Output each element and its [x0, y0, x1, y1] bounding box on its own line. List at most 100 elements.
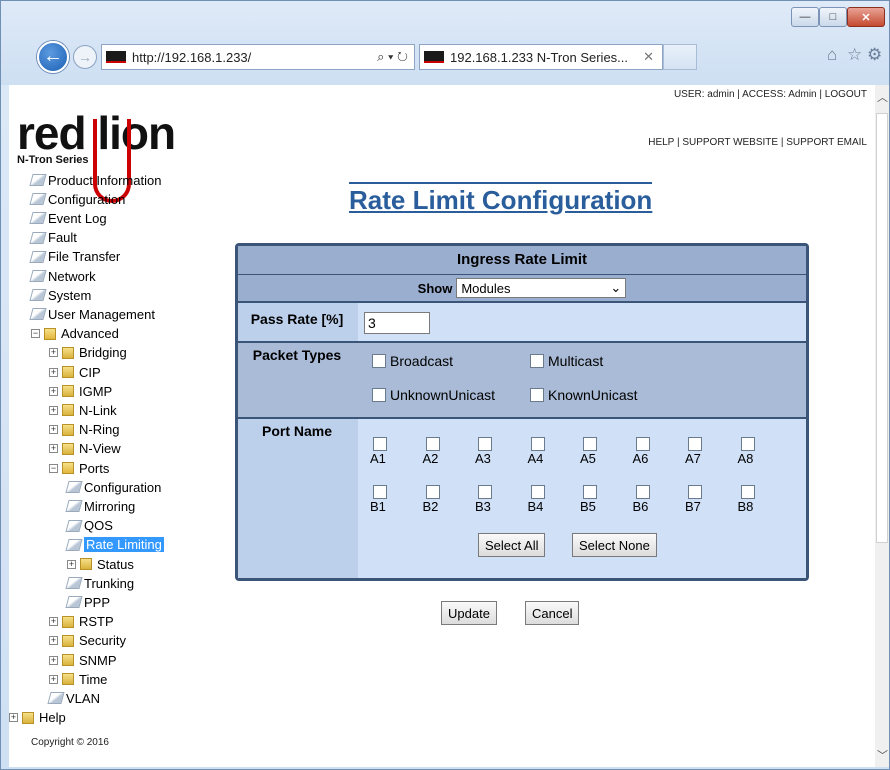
tree-item[interactable]: − Advanced — [31, 325, 119, 343]
settings-gear-icon[interactable]: ⚙ — [867, 45, 882, 65]
port-checkbox[interactable] — [740, 437, 755, 451]
tree-item[interactable]: + Bridging — [49, 344, 127, 362]
tree-item[interactable]: Configuration — [65, 478, 161, 496]
port-checkbox[interactable] — [583, 485, 597, 499]
tree-item[interactable]: System — [29, 286, 91, 304]
user-access-line[interactable]: USER: admin | ACCESS: Admin | LOGOUT — [674, 89, 867, 100]
new-tab-button[interactable] — [663, 44, 697, 70]
port-option[interactable]: A1 — [370, 437, 400, 466]
home-icon[interactable]: ⌂ — [827, 45, 837, 65]
expand-toggle-icon[interactable]: + — [49, 386, 58, 396]
tree-item[interactable]: Event Log — [29, 209, 107, 227]
port-checkbox[interactable] — [478, 437, 492, 451]
tree-item[interactable]: Trunking — [65, 574, 134, 592]
minimize-button[interactable]: — — [791, 7, 819, 27]
packet-type-checkbox[interactable] — [372, 388, 386, 402]
tree-item[interactable]: + N-View — [49, 440, 121, 458]
forward-button[interactable]: → — [73, 45, 97, 69]
browser-tab[interactable]: 192.168.1.233 N-Tron Series... ✕ — [419, 44, 663, 70]
expand-toggle-icon[interactable]: + — [49, 636, 58, 646]
expand-toggle-icon[interactable]: + — [49, 444, 58, 454]
tree-item[interactable]: Product Information — [29, 171, 161, 189]
tree-item[interactable]: + IGMP — [49, 382, 112, 400]
scroll-down-icon[interactable]: ﹀ — [877, 747, 888, 763]
port-checkbox[interactable] — [688, 437, 702, 451]
update-button[interactable]: Update — [441, 601, 497, 625]
expand-toggle-icon[interactable]: + — [9, 713, 18, 723]
expand-toggle-icon[interactable]: − — [49, 463, 58, 473]
pass-rate-input[interactable] — [364, 312, 430, 334]
port-checkbox[interactable] — [688, 485, 702, 499]
packet-type-option[interactable]: Broadcast — [372, 353, 453, 369]
port-checkbox[interactable] — [530, 485, 545, 499]
tree-item[interactable]: + N-Ring — [49, 421, 119, 439]
tree-item[interactable]: Mirroring — [65, 497, 135, 515]
tree-item[interactable]: + Help — [9, 709, 66, 727]
port-option[interactable]: B1 — [370, 485, 400, 514]
port-option[interactable]: B3 — [475, 485, 505, 514]
scroll-up-icon[interactable]: ︿ — [877, 89, 888, 105]
port-option[interactable]: A7 — [685, 437, 715, 466]
tree-item[interactable]: + Security — [49, 632, 126, 650]
tree-item[interactable]: Configuration — [29, 190, 125, 208]
tree-item[interactable]: Network — [29, 267, 96, 285]
expand-toggle-icon[interactable]: + — [67, 559, 76, 569]
port-option[interactable]: A2 — [423, 437, 453, 466]
port-option[interactable]: A8 — [738, 437, 768, 466]
packet-type-checkbox[interactable] — [372, 354, 386, 368]
address-tools[interactable]: ⌕ ▾ ↻ — [377, 49, 408, 65]
tree-item[interactable]: Fault — [29, 229, 77, 247]
tab-close-icon[interactable]: ✕ — [643, 49, 654, 65]
cancel-button[interactable]: Cancel — [525, 601, 580, 625]
port-option[interactable]: A6 — [633, 437, 663, 466]
port-option[interactable]: A5 — [580, 437, 610, 466]
tree-item[interactable]: + Time — [49, 670, 107, 688]
tree-item[interactable]: User Management — [29, 305, 155, 323]
tree-item[interactable]: + CIP — [49, 363, 101, 381]
port-option[interactable]: B5 — [580, 485, 610, 514]
port-option[interactable]: B2 — [423, 485, 453, 514]
port-option[interactable]: B8 — [738, 485, 768, 514]
tree-item[interactable]: VLAN — [47, 689, 100, 707]
tree-item[interactable]: + Status — [67, 555, 134, 573]
tree-item[interactable]: Rate Limiting — [65, 536, 164, 554]
maximize-button[interactable]: □ — [819, 7, 847, 27]
port-option[interactable]: B6 — [633, 485, 663, 514]
tree-item[interactable]: + SNMP — [49, 651, 117, 669]
port-checkbox[interactable] — [583, 437, 597, 451]
tree-item[interactable]: File Transfer — [29, 248, 120, 266]
port-option[interactable]: A4 — [528, 437, 558, 466]
port-checkbox[interactable] — [478, 485, 492, 499]
expand-toggle-icon[interactable]: − — [31, 329, 40, 339]
expand-toggle-icon[interactable]: + — [49, 655, 58, 665]
port-option[interactable]: B7 — [685, 485, 715, 514]
packet-type-checkbox[interactable] — [530, 388, 544, 402]
port-checkbox[interactable] — [373, 437, 387, 451]
expand-toggle-icon[interactable]: + — [49, 425, 58, 435]
port-option[interactable]: A3 — [475, 437, 505, 466]
tree-item[interactable]: − Ports — [49, 459, 109, 477]
packet-type-option[interactable]: Multicast — [530, 353, 603, 369]
port-checkbox[interactable] — [635, 437, 650, 451]
port-checkbox[interactable] — [635, 485, 650, 499]
scroll-thumb[interactable] — [876, 113, 888, 543]
tree-item[interactable]: PPP — [65, 593, 110, 611]
packet-type-option[interactable]: KnownUnicast — [530, 387, 638, 403]
favorites-star-icon[interactable]: ☆ — [847, 45, 862, 65]
packet-type-option[interactable]: UnknownUnicast — [372, 387, 495, 403]
expand-toggle-icon[interactable]: + — [49, 674, 58, 684]
expand-toggle-icon[interactable]: + — [49, 617, 58, 627]
packet-type-checkbox[interactable] — [530, 354, 544, 368]
port-checkbox[interactable] — [373, 485, 387, 499]
port-checkbox[interactable] — [425, 437, 440, 451]
vertical-scrollbar[interactable]: ︿ ﹀ — [875, 85, 889, 767]
expand-toggle-icon[interactable]: + — [49, 405, 58, 415]
port-checkbox[interactable] — [740, 485, 755, 499]
show-select[interactable]: Modules ⌄ — [456, 278, 627, 298]
select-none-button[interactable]: Select None — [572, 533, 657, 557]
tree-item[interactable]: + RSTP — [49, 613, 114, 631]
back-button[interactable]: ← — [37, 41, 69, 73]
tree-item[interactable]: + N-Link — [49, 401, 117, 419]
tree-item[interactable]: QOS — [65, 517, 113, 535]
expand-toggle-icon[interactable]: + — [49, 367, 58, 377]
